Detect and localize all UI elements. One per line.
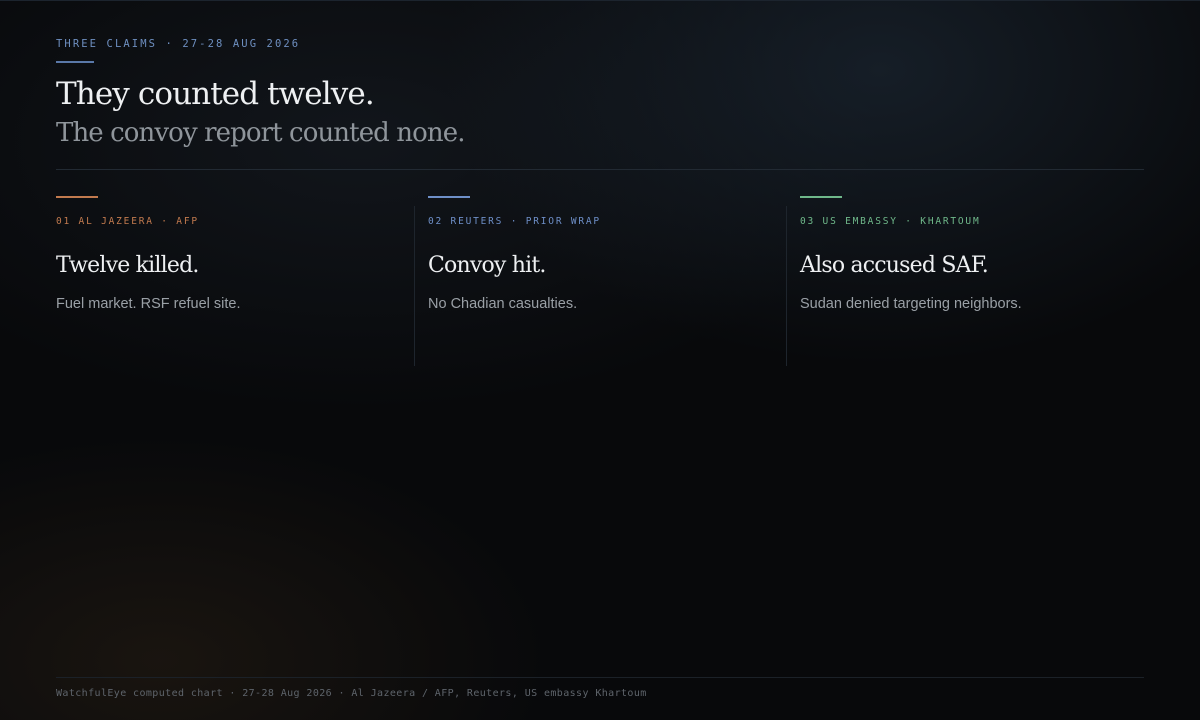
claim-title: Convoy hit. — [428, 253, 546, 278]
claim-card-reuters: 02 REUTERS · PRIOR WRAP Convoy hit. No C… — [428, 196, 758, 366]
claim-body: Sudan denied targeting neighbors. — [800, 296, 1022, 312]
headline: They counted twelve. — [56, 76, 375, 112]
subheadline: The convoy report counted none. — [56, 118, 465, 148]
header-divider — [56, 169, 1144, 170]
claim-accent-bar — [56, 196, 98, 198]
kicker-rule — [56, 61, 94, 63]
top-border — [0, 0, 1200, 1]
footer-credit: WatchfulEye computed chart · 27-28 Aug 2… — [56, 688, 647, 699]
claim-card-al-jazeera: 01 AL JAZEERA · AFP Twelve killed. Fuel … — [56, 196, 386, 366]
claim-source: 03 US EMBASSY · KHARTOUM — [800, 216, 981, 227]
claim-source: 02 REUTERS · PRIOR WRAP — [428, 216, 601, 227]
claim-title: Twelve killed. — [56, 253, 199, 278]
footer-divider — [56, 677, 1144, 678]
kicker: THREE CLAIMS · 27-28 AUG 2026 — [56, 38, 301, 50]
claim-accent-bar — [800, 196, 842, 198]
claim-card-us-embassy: 03 US EMBASSY · KHARTOUM Also accused SA… — [800, 196, 1130, 366]
claim-source: 01 AL JAZEERA · AFP — [56, 216, 199, 227]
column-divider — [414, 206, 415, 366]
claim-body: No Chadian casualties. — [428, 296, 578, 312]
claim-title: Also accused SAF. — [800, 253, 989, 278]
column-divider — [786, 206, 787, 366]
claim-accent-bar — [428, 196, 470, 198]
claim-body: Fuel market. RSF refuel site. — [56, 296, 241, 312]
